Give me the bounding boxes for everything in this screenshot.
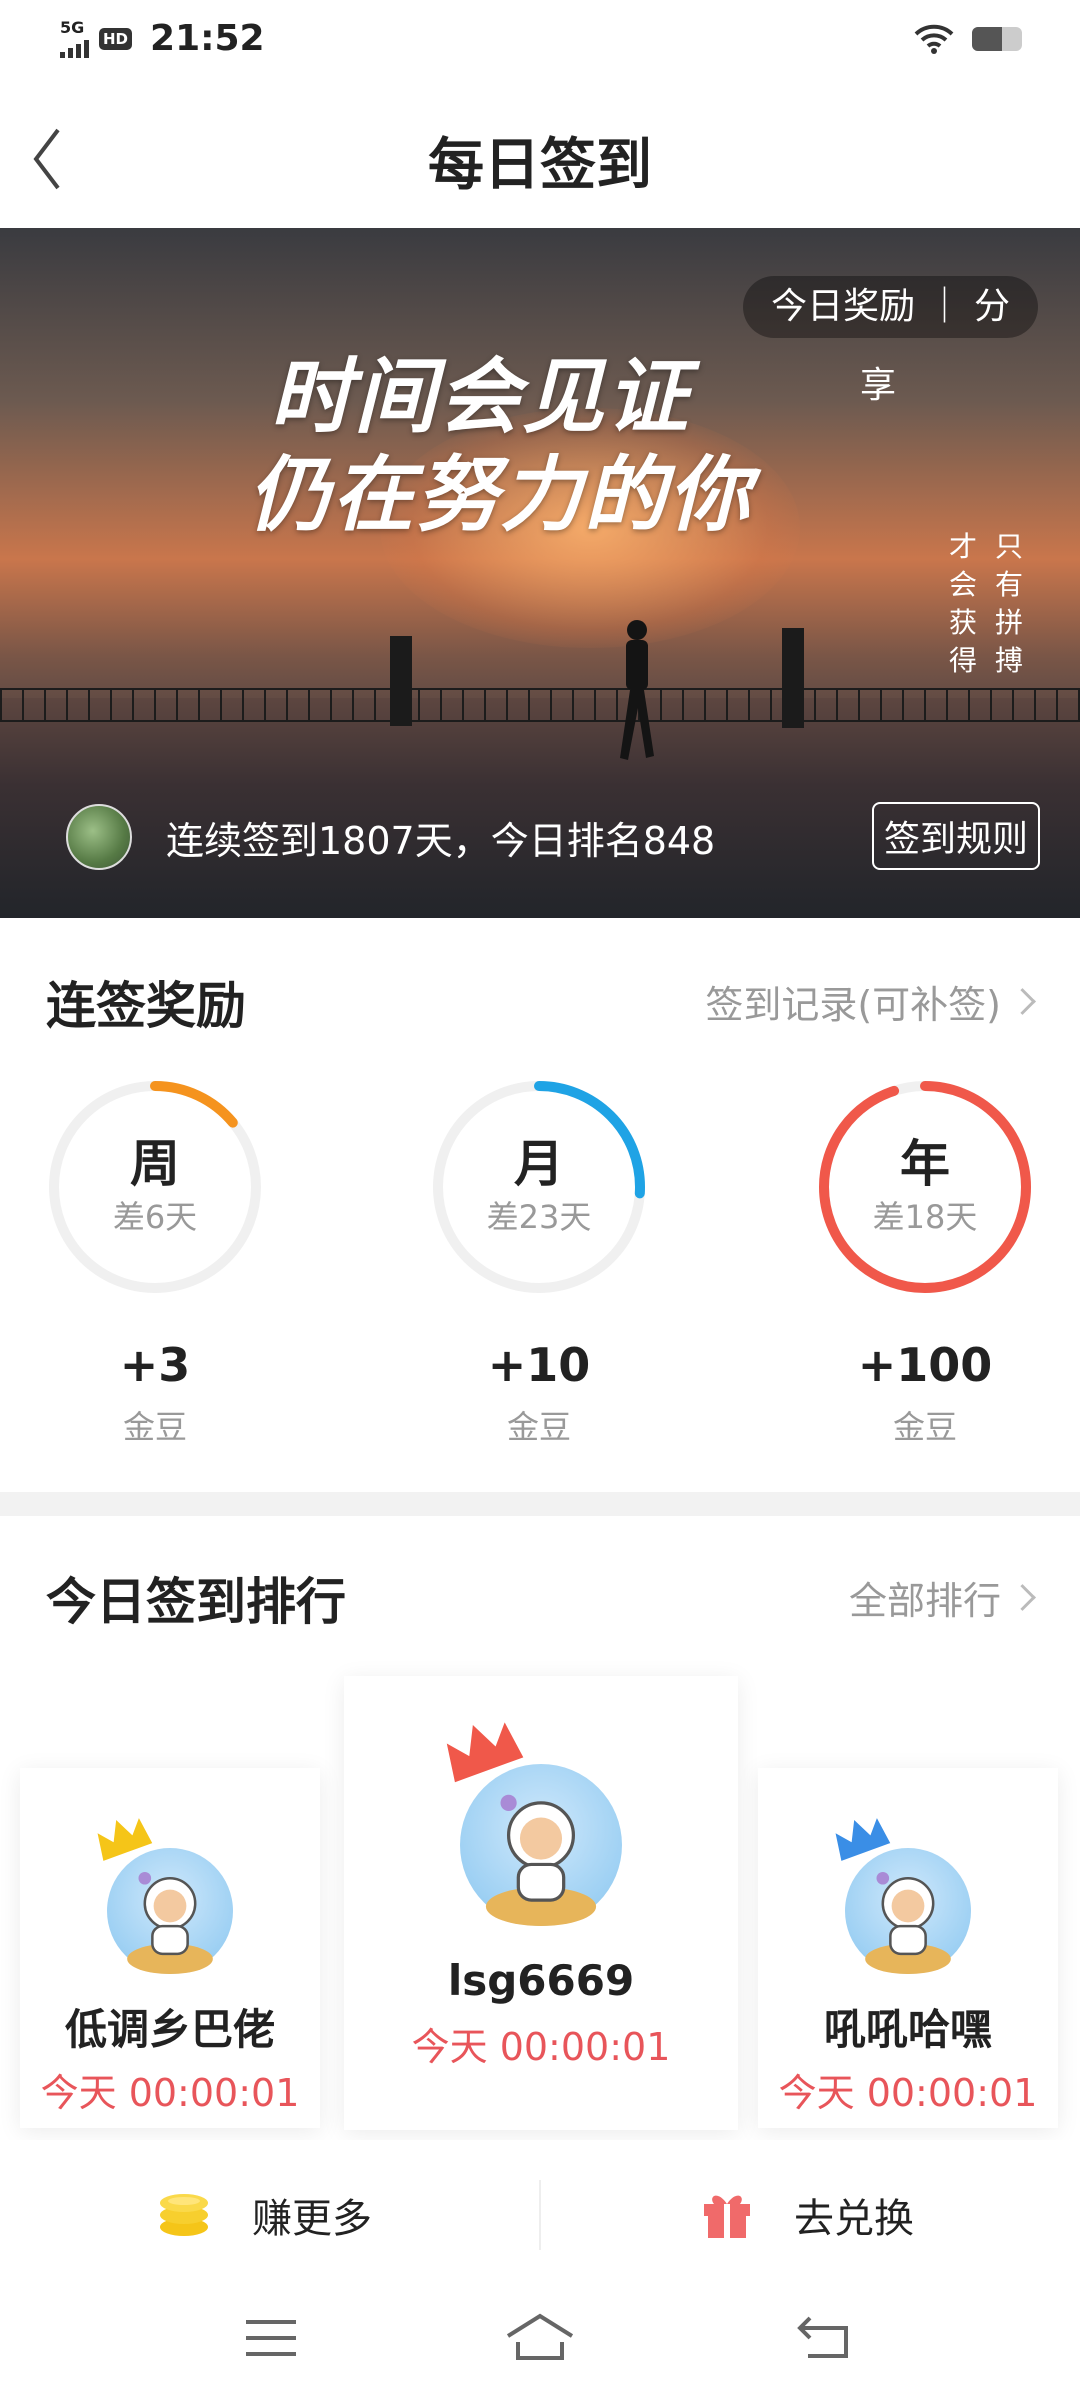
battery-level xyxy=(972,27,1002,51)
banner-pillar-left xyxy=(390,636,412,726)
streak-rewards-title: 连签奖励 xyxy=(46,977,246,1035)
section-divider xyxy=(0,1492,1080,1516)
banner-pillar-right xyxy=(782,628,804,728)
ranking-title: 今日签到排行 xyxy=(46,1573,346,1631)
signin-record-link[interactable]: 签到记录(可补签) xyxy=(705,974,1036,1029)
home-icon[interactable] xyxy=(504,2312,576,2362)
earn-more-button[interactable]: 赚更多 xyxy=(156,2140,372,2290)
rank-username: 低调乡巴佬 xyxy=(64,2005,275,2054)
reward-period-label: 月 xyxy=(514,1135,564,1193)
rank-card-1[interactable]: lsg6669 今天 00:00:01 xyxy=(344,1676,738,2130)
remaining-days: 差6天 xyxy=(112,1198,198,1236)
menu-icon[interactable] xyxy=(244,2316,298,2360)
reward-ring-2: 月差23天 xyxy=(424,1072,654,1302)
vertical-text-col-1: 只有拼搏 xyxy=(994,530,1023,677)
vertical-text-col-2: 才会获得 xyxy=(948,530,977,677)
rank-signin-time: 今天 00:00:01 xyxy=(778,2071,1038,2115)
reward-ring-3: 年差18天 xyxy=(810,1072,1040,1302)
reward-share-button[interactable]: 今日奖励 ｜ 分 xyxy=(743,276,1038,338)
signin-rules-button[interactable]: 签到规则 xyxy=(871,802,1040,870)
bonus-points: +100 xyxy=(857,1338,993,1392)
astronaut-icon xyxy=(485,1794,597,1926)
redeem-label: 去兑换 xyxy=(794,2196,914,2242)
chevron-right-icon xyxy=(1009,988,1036,1015)
banner-user-row: 连续签到1807天，今日排名848 xyxy=(66,804,715,870)
reward-period-label: 年 xyxy=(900,1135,950,1193)
battery-icon xyxy=(972,27,1022,51)
reward-bonus-1: +3 金豆 xyxy=(40,1338,270,1448)
back-nav-icon[interactable] xyxy=(796,2314,850,2360)
earn-more-label: 赚更多 xyxy=(252,2196,372,2242)
clock: 21:52 xyxy=(150,18,265,59)
reward-bonus-2: +10 金豆 xyxy=(424,1338,654,1448)
banner-walking-person xyxy=(620,620,654,760)
share-label-tail[interactable]: 享 xyxy=(860,356,896,408)
rank-username: lsg6669 xyxy=(447,1956,635,2005)
coins-icon xyxy=(160,2194,208,2236)
streak-text: 连续签到1807天，今日排名848 xyxy=(166,818,716,863)
astronaut-icon xyxy=(865,1871,951,1974)
avatar[interactable] xyxy=(66,804,132,870)
bonus-unit: 金豆 xyxy=(122,1408,187,1446)
bottom-bar-separator xyxy=(539,2180,541,2250)
chevron-right-icon xyxy=(1009,1584,1036,1611)
remaining-days: 差18天 xyxy=(872,1198,978,1236)
all-ranking-link[interactable]: 全部排行 xyxy=(848,1570,1036,1625)
bonus-unit: 金豆 xyxy=(892,1408,957,1446)
hd-badge: HD xyxy=(99,27,133,50)
signal-indicator: 5G xyxy=(60,17,89,58)
slogan-line-1: 时间会见证 xyxy=(270,349,690,445)
banner-slogan: 时间会见证 仍在努力的你 xyxy=(248,348,752,544)
all-ranking-label: 全部排行 xyxy=(848,1579,1001,1623)
page-title: 每日签到 xyxy=(428,133,652,198)
bonus-points: +3 xyxy=(119,1338,191,1392)
nav-bar: 每日签到 xyxy=(0,84,1080,229)
gift-icon xyxy=(704,2195,750,2238)
banner-rail-bottom xyxy=(0,720,1080,722)
banner-rail-top xyxy=(0,688,1080,690)
reward-ring-1: 周差6天 xyxy=(40,1072,270,1302)
bonus-unit: 金豆 xyxy=(506,1408,571,1446)
slogan-line-2: 仍在努力的你 xyxy=(248,447,752,543)
astronaut-icon xyxy=(127,1871,213,1974)
rank-signin-time: 今天 00:00:01 xyxy=(411,2025,671,2069)
remaining-days: 差23天 xyxy=(486,1198,592,1236)
avatar[interactable] xyxy=(460,1764,622,1926)
rank-signin-time: 今天 00:00:01 xyxy=(40,2071,300,2115)
avatar[interactable] xyxy=(845,1848,971,1974)
rank-card-2[interactable]: 低调乡巴佬今天 00:00:01 xyxy=(20,1768,320,2128)
reward-period-label: 周 xyxy=(130,1135,180,1193)
rank-card-3[interactable]: 吼吼哈嘿今天 00:00:01 xyxy=(758,1768,1058,2128)
network-type: 5G xyxy=(60,17,85,37)
status-bar: 5G HD 21:52 xyxy=(0,0,1080,84)
banner-railing xyxy=(0,688,1080,722)
redeem-button[interactable]: 去兑换 xyxy=(700,2140,914,2290)
bottom-action-bar: 赚更多 去兑换 xyxy=(0,2140,1080,2290)
system-nav-bar xyxy=(0,2290,1080,2400)
bonus-points: +10 xyxy=(487,1338,591,1392)
wifi-icon xyxy=(914,24,954,54)
signal-bars-icon xyxy=(60,36,89,58)
rank-username: 吼吼哈嘿 xyxy=(823,2005,992,2054)
signin-banner: 时间会见证 仍在努力的你 只有拼搏 才会获得 今日奖励 ｜ 分 享 连续签到18… xyxy=(0,228,1080,918)
avatar[interactable] xyxy=(107,1848,233,1974)
signin-record-label: 签到记录(可补签) xyxy=(705,983,1001,1027)
reward-bonus-3: +100 金豆 xyxy=(810,1338,1040,1448)
